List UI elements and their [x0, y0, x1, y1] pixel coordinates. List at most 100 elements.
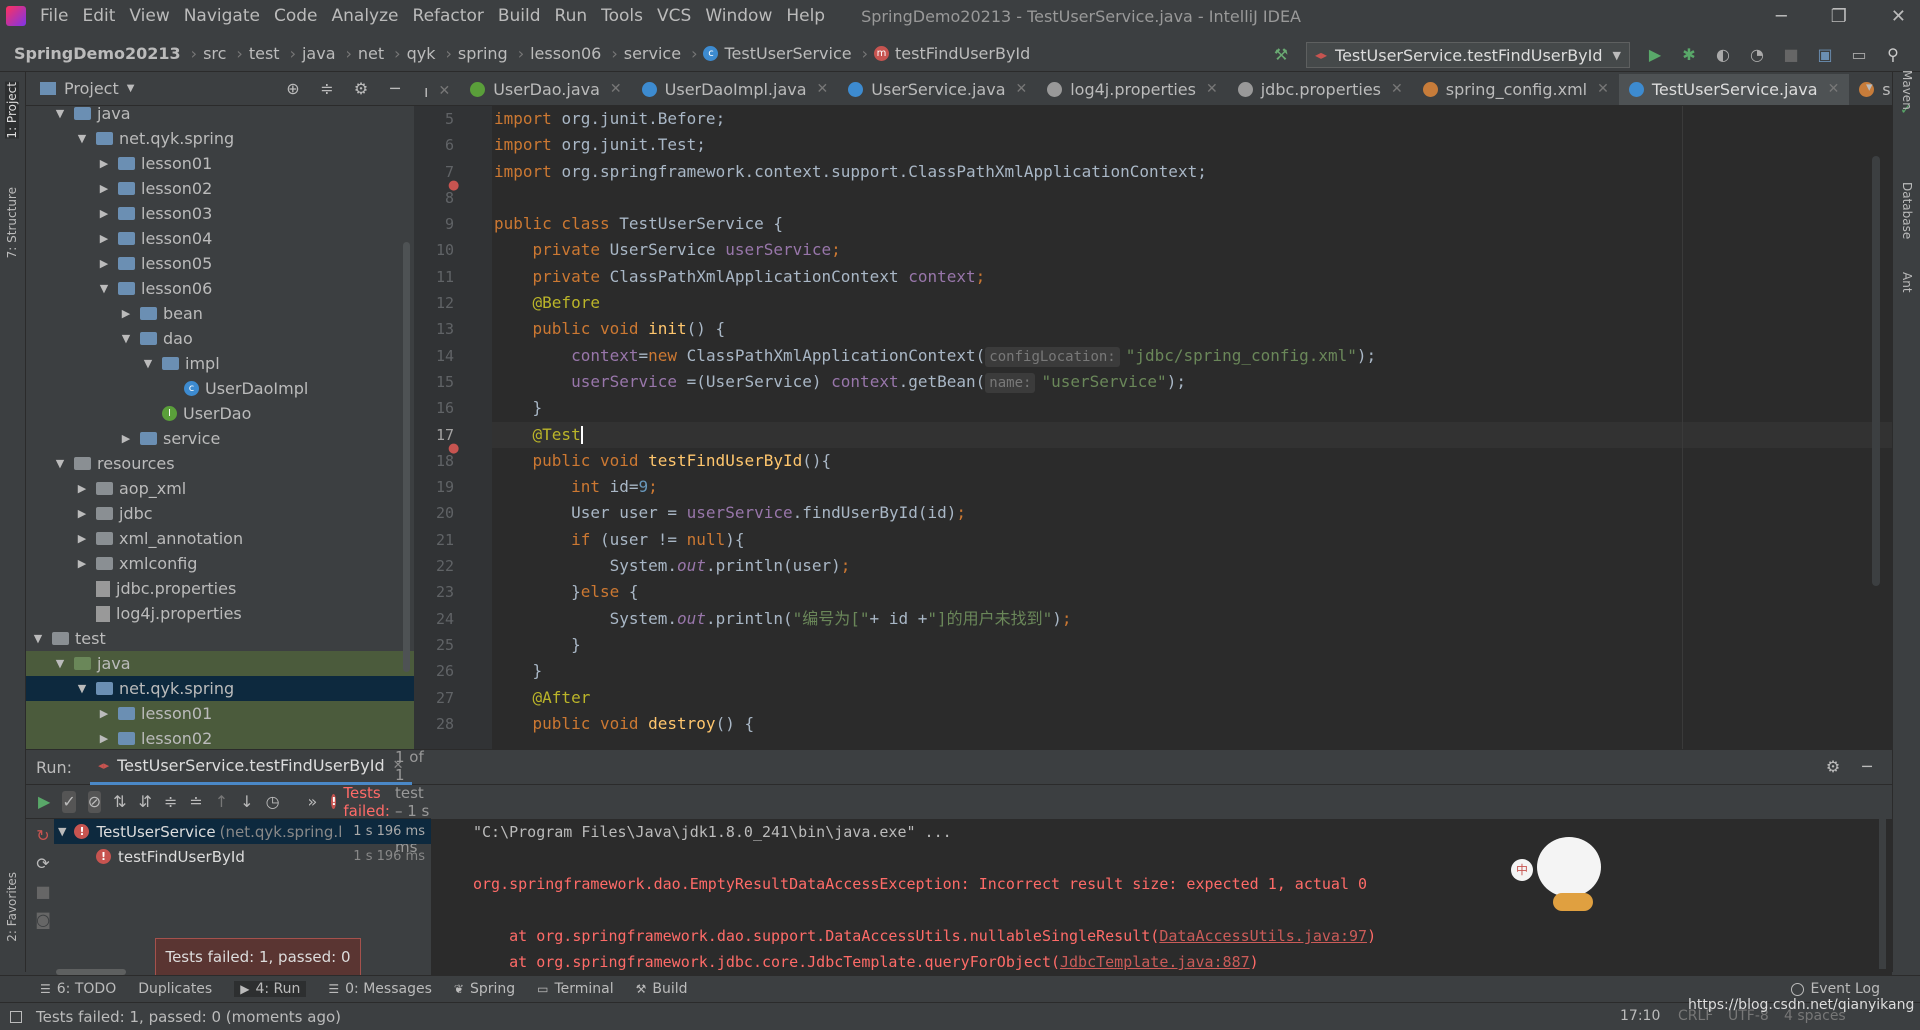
- test-case-row[interactable]: ! testFindUserById 1 s 196 ms: [54, 844, 431, 869]
- tree-node[interactable]: ▼ java: [26, 101, 414, 126]
- tree-node[interactable]: log4j.properties: [26, 601, 414, 626]
- run-test-gutter-icon[interactable]: ●: [448, 441, 459, 456]
- close-tab-icon[interactable]: ✕: [1828, 81, 1840, 97]
- tree-node[interactable]: ▼ impl: [26, 351, 414, 376]
- run-tab[interactable]: ◂▸ TestUserService.testFindUserById ✕: [90, 750, 412, 785]
- editor-tab[interactable]: UserDao.java ✕: [460, 72, 631, 105]
- menu-refactor[interactable]: Refactor: [413, 6, 484, 26]
- project-panel-title[interactable]: Project: [64, 79, 119, 98]
- tree-node[interactable]: ▶ aop_xml: [26, 476, 414, 501]
- close-tab-icon[interactable]: ✕: [610, 81, 622, 97]
- close-icon[interactable]: ✕: [1891, 6, 1906, 27]
- close-tab-icon[interactable]: ✕: [438, 83, 450, 99]
- side-tab-database[interactable]: Database: [1900, 182, 1914, 239]
- show-passed-icon[interactable]: ✓: [62, 790, 76, 813]
- profile-icon[interactable]: ◔: [1746, 44, 1768, 66]
- chevron-right-icon[interactable]: ▶: [118, 432, 134, 445]
- breadcrumb-src[interactable]: src: [203, 44, 226, 63]
- tree-node[interactable]: jdbc.properties: [26, 576, 414, 601]
- tree-node[interactable]: ▶ lesson01: [26, 151, 414, 176]
- tree-node[interactable]: ▼ net.qyk.spring: [26, 676, 414, 701]
- menu-run[interactable]: Run: [555, 6, 588, 26]
- stack-trace-link[interactable]: DataAccessUtils.java:97: [1159, 927, 1367, 945]
- stop-icon[interactable]: ■: [32, 881, 54, 903]
- chevron-down-icon[interactable]: ▼: [52, 457, 68, 470]
- console-output[interactable]: "C:\Program Files\Java\jdk1.8.0_241\bin\…: [431, 819, 1892, 976]
- side-tab-structure[interactable]: 7: Structure: [5, 187, 19, 258]
- breadcrumb-java[interactable]: java: [302, 44, 336, 63]
- chevron-right-icon[interactable]: ▶: [96, 732, 112, 745]
- close-tab-icon[interactable]: ✕: [1597, 81, 1609, 97]
- tool-window-tab[interactable]: ❦ Spring: [454, 981, 515, 997]
- close-tab-icon[interactable]: ✕: [817, 81, 829, 97]
- chevron-right-icon[interactable]: ▶: [96, 232, 112, 245]
- previous-failed-icon[interactable]: ↑: [215, 791, 228, 813]
- side-tab-favorites[interactable]: 2: Favorites: [5, 872, 19, 942]
- chevron-right-icon[interactable]: ▶: [96, 707, 112, 720]
- run-config-select[interactable]: ◂▸ TestUserService.testFindUserById ▼: [1305, 42, 1630, 68]
- close-tab-icon[interactable]: ✕: [1391, 81, 1403, 97]
- chevron-down-icon[interactable]: ▼: [74, 682, 90, 695]
- minimize-icon[interactable]: ─: [1776, 6, 1787, 27]
- expand-all-icon[interactable]: ≑: [164, 791, 177, 813]
- menu-build[interactable]: Build: [498, 6, 541, 26]
- menu-vcs[interactable]: VCS: [657, 6, 691, 26]
- chevron-down-icon[interactable]: ▼: [118, 332, 134, 345]
- toggle-auto-test-icon[interactable]: ⟳: [32, 853, 54, 875]
- stop-icon[interactable]: ■: [1780, 44, 1802, 66]
- menu-window[interactable]: Window: [705, 6, 772, 26]
- tool-window-tab[interactable]: ☰ 0: Messages: [328, 981, 432, 997]
- tree-node[interactable]: ▼ resources: [26, 451, 414, 476]
- debug-icon[interactable]: ✱: [1678, 44, 1700, 66]
- breadcrumb-net[interactable]: net: [358, 44, 384, 63]
- tree-node[interactable]: ▶ xml_annotation: [26, 526, 414, 551]
- tool-window-tab[interactable]: ▭ Terminal: [537, 981, 614, 997]
- breadcrumb-project[interactable]: SpringDemo20213: [14, 44, 181, 63]
- tool-window-tab[interactable]: ☰ 6: TODO: [40, 981, 116, 997]
- tabs-overflow-icon[interactable]: ▾: [1866, 80, 1873, 95]
- breadcrumb-method[interactable]: testFindUserById: [895, 44, 1030, 63]
- tree-node[interactable]: ▶ lesson01: [26, 701, 414, 726]
- sort-duration-icon[interactable]: ⇵: [139, 791, 152, 813]
- chevron-down-icon[interactable]: ▼: [30, 632, 46, 645]
- side-tab-project[interactable]: 1: Project: [5, 82, 19, 139]
- event-log-button[interactable]: Event Log: [1791, 981, 1880, 997]
- tool-window-tab[interactable]: Duplicates: [138, 981, 212, 997]
- breadcrumb-service[interactable]: service: [624, 44, 681, 63]
- tree-node[interactable]: ▶ service: [26, 426, 414, 451]
- console-scrollbar[interactable]: [1879, 819, 1886, 969]
- editor-tab[interactable]: UserService.java ✕: [838, 72, 1037, 105]
- menu-navigate[interactable]: Navigate: [184, 6, 260, 26]
- tree-node[interactable]: ▼ net.qyk.spring: [26, 126, 414, 151]
- tree-node[interactable]: ▶ lesson05: [26, 251, 414, 276]
- chevron-right-icon[interactable]: ▶: [118, 307, 134, 320]
- run-icon[interactable]: ▶: [1644, 44, 1666, 66]
- editor-tab[interactable]: TestUserService.java ✕: [1618, 73, 1850, 105]
- chevron-down-icon[interactable]: ▼: [96, 282, 112, 295]
- breadcrumb-class[interactable]: TestUserService: [724, 44, 851, 63]
- hide-panel-icon[interactable]: ─: [384, 78, 406, 100]
- tree-node[interactable]: ▶ lesson02: [26, 726, 414, 751]
- tree-node[interactable]: ▼ test: [26, 626, 414, 651]
- chevron-right-icon[interactable]: ▶: [96, 257, 112, 270]
- chevron-right-icon[interactable]: ▶: [96, 157, 112, 170]
- status-square-icon[interactable]: [10, 1010, 22, 1023]
- build-hammer-icon[interactable]: ⚒: [1270, 44, 1292, 66]
- menu-file[interactable]: File: [40, 6, 68, 26]
- close-tab-icon[interactable]: ✕: [1206, 81, 1218, 97]
- collapse-all-icon[interactable]: ≐: [189, 791, 202, 813]
- chevron-right-icon[interactable]: ▶: [74, 482, 90, 495]
- chevron-down-icon[interactable]: ▼: [52, 657, 68, 670]
- stack-trace-link[interactable]: JdbcTemplate.java:887: [1060, 953, 1250, 971]
- editor-scrollbar[interactable]: [1872, 156, 1880, 586]
- show-ignored-icon[interactable]: ⊘: [87, 790, 102, 813]
- tree-node[interactable]: ▶ xmlconfig: [26, 551, 414, 576]
- editor-tab[interactable]: jdbc.properties ✕: [1228, 72, 1413, 105]
- breadcrumb-qyk[interactable]: qyk: [407, 44, 436, 63]
- tree-node[interactable]: I UserDao: [26, 401, 414, 426]
- run-test-gutter-icon[interactable]: ●: [448, 178, 459, 193]
- restore-icon[interactable]: ❐: [1831, 6, 1847, 27]
- tree-node[interactable]: ▶ jdbc: [26, 501, 414, 526]
- menu-edit[interactable]: Edit: [82, 6, 115, 26]
- breadcrumb-spring[interactable]: spring: [458, 44, 508, 63]
